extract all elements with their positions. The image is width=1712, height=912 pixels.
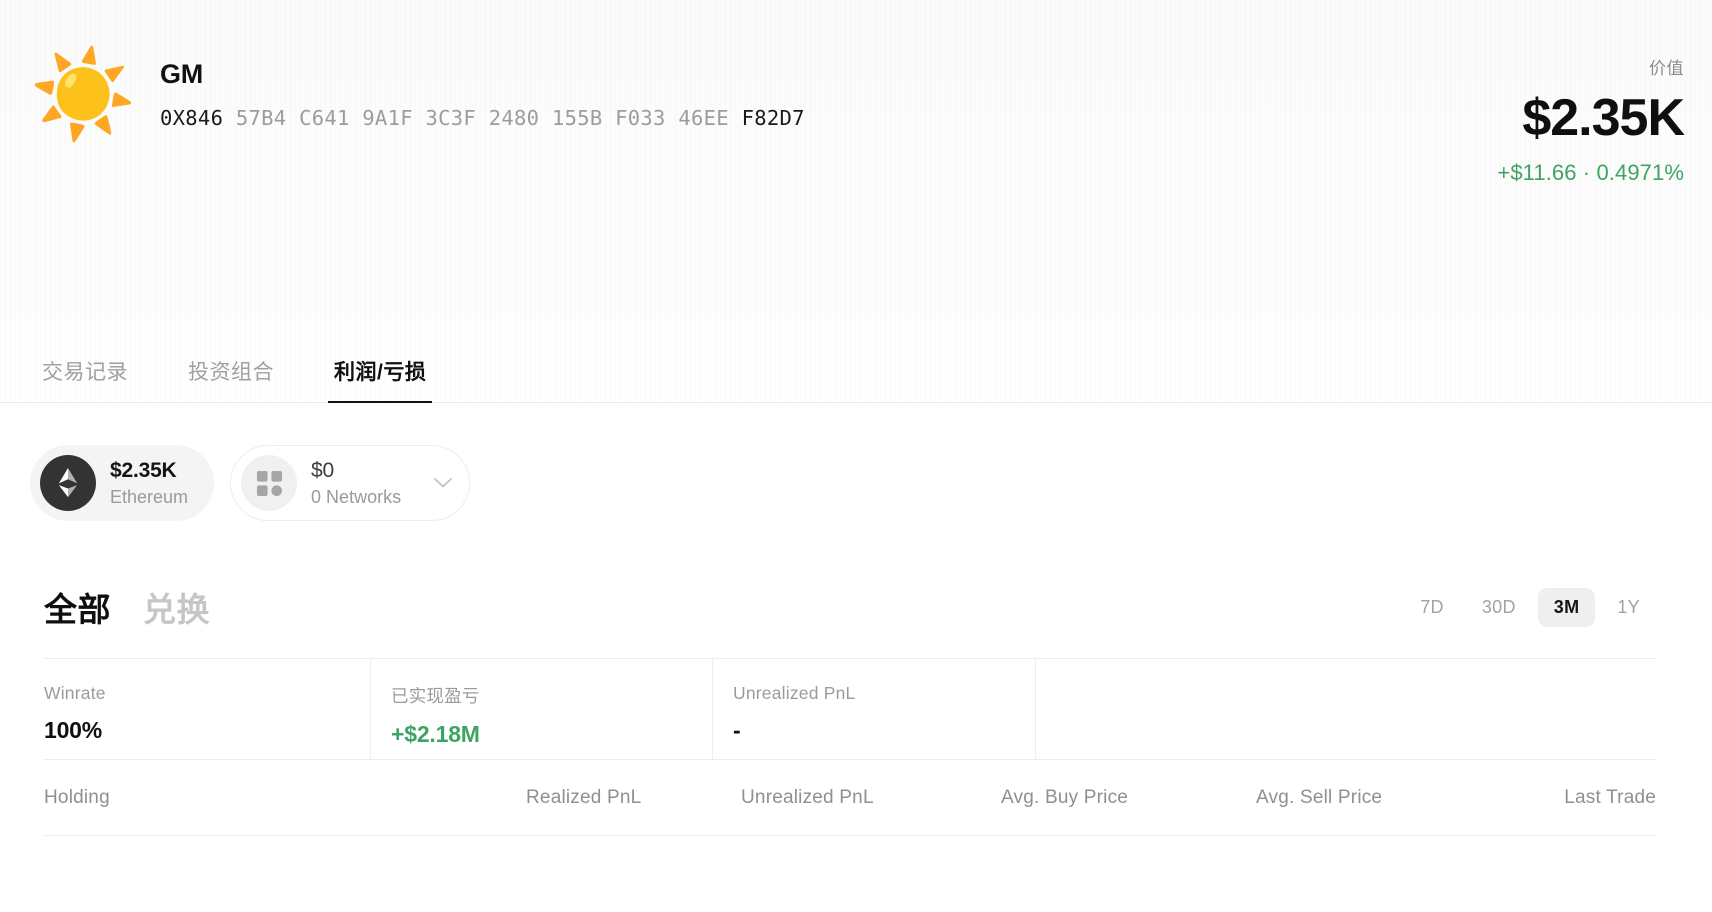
column-header-avg-sell-price[interactable]: Avg. Sell Price xyxy=(1256,787,1476,809)
pnl-filter-row: 全部 兑换 7D 30D 3M 1Y xyxy=(0,521,1712,631)
column-header-unrealized-pnl[interactable]: Unrealized PnL xyxy=(741,787,1001,809)
portfolio-value-block: 价值 $2.35K +$11.66 · 0.4971% xyxy=(1497,38,1684,186)
value-label: 价值 xyxy=(1497,54,1684,79)
column-header-holding[interactable]: Holding xyxy=(44,787,526,809)
stat-empty xyxy=(1035,659,1656,759)
wallet-address[interactable]: 0X846 57B4 C641 9A1F 3C3F 2480 155B F033… xyxy=(160,106,805,130)
column-header-avg-buy-price[interactable]: Avg. Buy Price xyxy=(1001,787,1256,809)
stat-unrealized-pnl-value: - xyxy=(733,717,1035,744)
wallet-profile-page: ☀️ GM 0X846 57B4 C641 9A1F 3C3F 2480 155… xyxy=(0,0,1712,912)
column-header-realized-pnl[interactable]: Realized PnL xyxy=(526,787,741,809)
chip-networks[interactable]: $0 0 Networks xyxy=(230,445,470,521)
stat-winrate-value: 100% xyxy=(44,717,370,744)
stat-unrealized-pnl-label: Unrealized PnL xyxy=(733,683,1035,704)
profile-header-content: ☀️ GM 0X846 57B4 C641 9A1F 3C3F 2480 155… xyxy=(28,38,1684,186)
range-7d[interactable]: 7D xyxy=(1404,588,1460,627)
stat-winrate-label: Winrate xyxy=(44,683,370,704)
holdings-table-header: Holding Realized PnL Unrealized PnL Avg.… xyxy=(44,760,1656,836)
filter-tab-swap[interactable]: 兑换 xyxy=(143,583,210,631)
chip-ethereum-label: Ethereum xyxy=(110,487,188,509)
wallet-identity-text: GM 0X846 57B4 C641 9A1F 3C3F 2480 155B F… xyxy=(160,38,805,130)
range-1y[interactable]: 1Y xyxy=(1601,588,1656,627)
range-30d[interactable]: 30D xyxy=(1466,588,1532,627)
sun-icon: ☀️ xyxy=(28,40,138,150)
portfolio-change: +$11.66 · 0.4971% xyxy=(1497,160,1684,186)
tab-profit-loss[interactable]: 利润/亏损 xyxy=(328,356,432,402)
chip-networks-text: $0 0 Networks xyxy=(311,458,401,509)
main-tabs: 交易记录 投资组合 利润/亏损 xyxy=(0,330,1712,402)
range-3m[interactable]: 3M xyxy=(1538,588,1596,627)
wallet-address-suffix: F82D7 xyxy=(742,106,805,130)
holdings-table-body xyxy=(0,836,1712,884)
stat-realized-pnl: 已实现盈亏 +$2.18M xyxy=(370,659,712,759)
time-range-selector: 7D 30D 3M 1Y xyxy=(1404,588,1656,627)
chip-ethereum-value: $2.35K xyxy=(110,458,188,484)
stat-winrate: Winrate 100% xyxy=(44,659,370,759)
pnl-summary-stats: Winrate 100% 已实现盈亏 +$2.18M Unrealized Pn… xyxy=(44,658,1656,760)
portfolio-value: $2.35K xyxy=(1497,91,1684,146)
page-title: GM xyxy=(160,60,805,90)
chip-ethereum[interactable]: $2.35K Ethereum xyxy=(30,445,214,521)
ethereum-icon xyxy=(40,455,96,511)
networks-grid-icon xyxy=(241,455,297,511)
stat-unrealized-pnl: Unrealized PnL - xyxy=(712,659,1035,759)
wallet-identity: ☀️ GM 0X846 57B4 C641 9A1F 3C3F 2480 155… xyxy=(28,38,805,150)
column-header-last-trade[interactable]: Last Trade xyxy=(1476,787,1656,809)
stat-realized-pnl-label: 已实现盈亏 xyxy=(391,683,712,708)
chip-ethereum-text: $2.35K Ethereum xyxy=(110,458,188,509)
chip-networks-value: $0 xyxy=(311,458,401,484)
stat-realized-pnl-value: +$2.18M xyxy=(391,721,712,748)
chip-networks-label: 0 Networks xyxy=(311,487,401,509)
filter-tab-all[interactable]: 全部 xyxy=(44,583,111,631)
tab-transactions[interactable]: 交易记录 xyxy=(36,356,134,402)
network-chips: $2.35K Ethereum $0 0 Networks xyxy=(0,403,1712,521)
tab-portfolio[interactable]: 投资组合 xyxy=(182,356,280,402)
wallet-address-middle: 57B4 C641 9A1F 3C3F 2480 155B F033 46EE xyxy=(236,106,729,130)
chevron-down-icon[interactable] xyxy=(433,477,453,489)
profile-header: ☀️ GM 0X846 57B4 C641 9A1F 3C3F 2480 155… xyxy=(0,0,1712,403)
wallet-address-prefix: 0X846 xyxy=(160,106,223,130)
pnl-filter-tabs: 全部 兑换 xyxy=(44,583,210,631)
